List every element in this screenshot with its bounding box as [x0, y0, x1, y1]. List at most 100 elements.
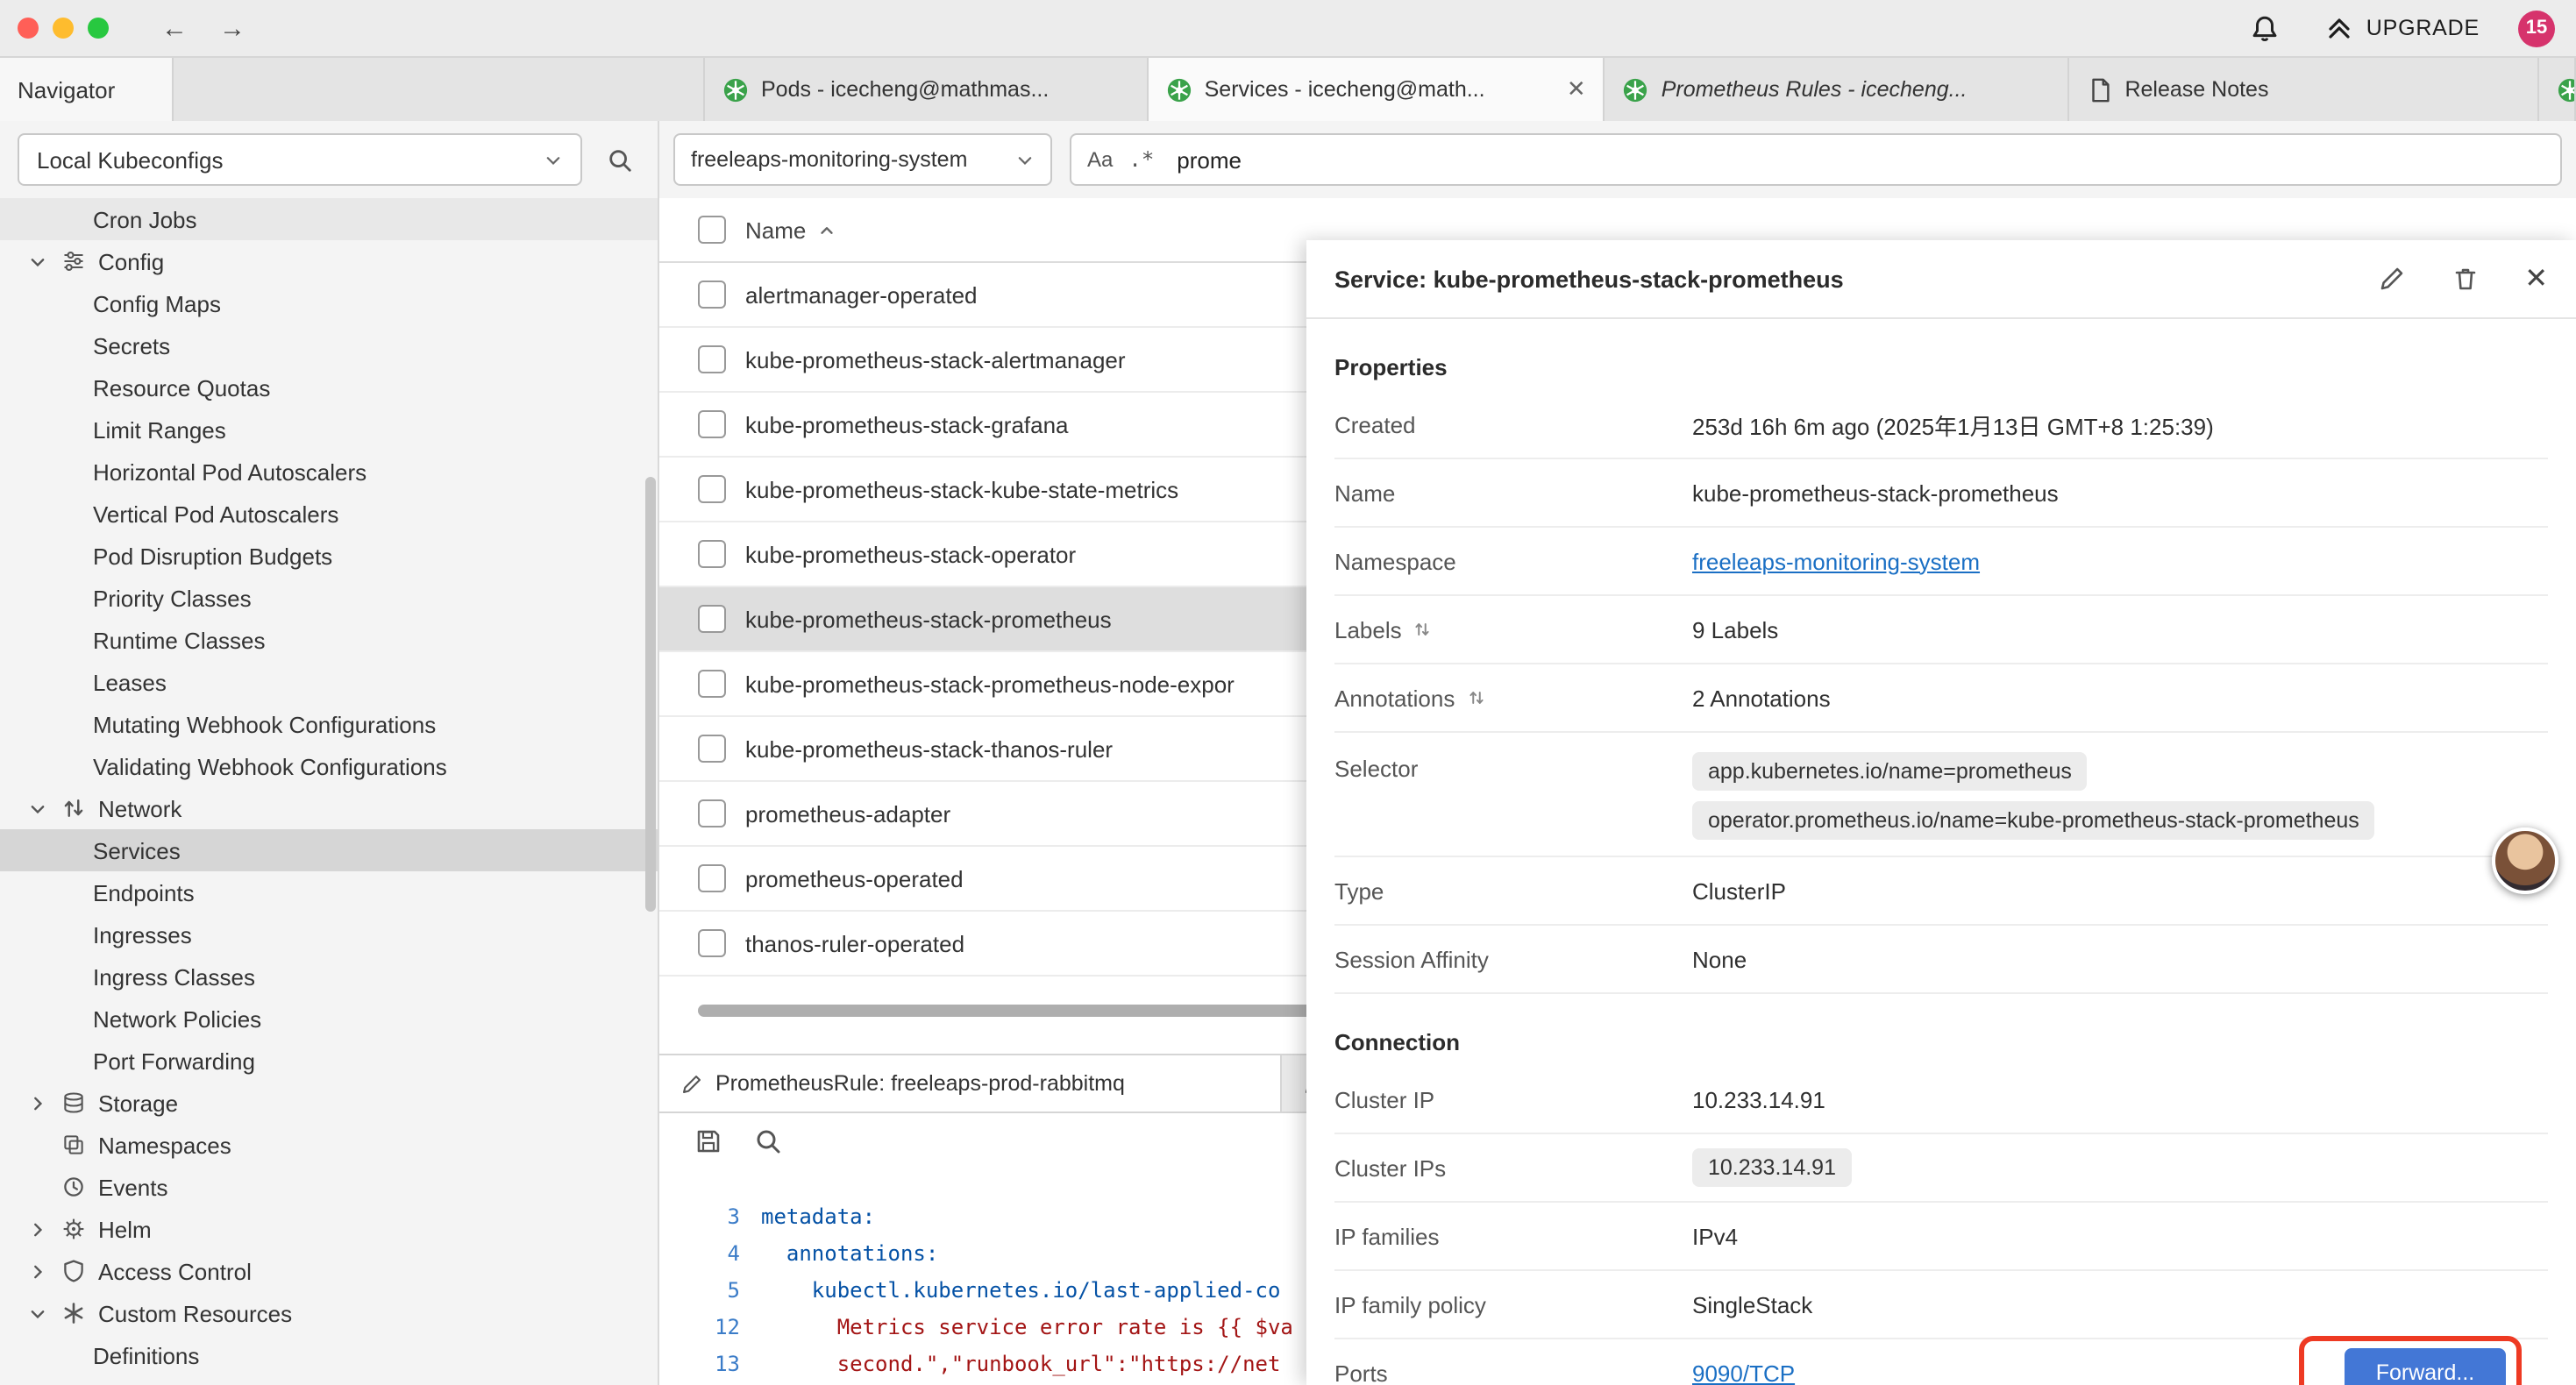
sidebar-item-network[interactable]: Network [0, 787, 658, 829]
sidebar-item-resource-quotas[interactable]: Resource Quotas [0, 366, 658, 408]
minimize-window-button[interactable] [53, 18, 74, 39]
row-checkbox[interactable] [698, 799, 726, 827]
sidebar-item-label: Helm [98, 1216, 152, 1242]
sidebar-item-runtime-classes[interactable]: Runtime Classes [0, 619, 658, 661]
editor-tab-prometheusrule[interactable]: PrometheusRule: freeleaps-prod-rabbitmq [659, 1055, 1282, 1112]
sidebar-item-events[interactable]: Events [0, 1166, 658, 1208]
zoom-window-button[interactable] [88, 18, 109, 39]
sidebar-item-ingress-classes[interactable]: Ingress Classes [0, 955, 658, 998]
row-checkbox[interactable] [698, 735, 726, 763]
sidebar-item-access-control[interactable]: Access Control [0, 1250, 658, 1292]
release-notes-icon [2086, 76, 2112, 103]
detail-value: app.kubernetes.io/name=prometheusoperato… [1692, 747, 2375, 845]
sidebar-item-leases[interactable]: Leases [0, 661, 658, 703]
sidebar-item-custom-resources[interactable]: Custom Resources [0, 1292, 658, 1334]
sidebar-item-storage[interactable]: Storage [0, 1082, 658, 1124]
sidebar-scrollbar[interactable] [645, 477, 656, 912]
port-link[interactable]: 9090/TCP [1692, 1360, 1795, 1385]
back-icon[interactable]: ← [161, 13, 188, 43]
save-icon[interactable] [694, 1127, 722, 1155]
sidebar-item-mutating-webhook-configurations[interactable]: Mutating Webhook Configurations [0, 703, 658, 745]
sidebar-item-config-maps[interactable]: Config Maps [0, 282, 658, 324]
chevron-down-icon[interactable] [28, 1303, 53, 1323]
row-checkbox[interactable] [698, 345, 726, 373]
sort-icon[interactable] [1465, 687, 1486, 708]
sort-icon[interactable] [1413, 619, 1434, 640]
chevron-right-icon[interactable] [28, 1219, 53, 1239]
sidebar-item-port-forwarding[interactable]: Port Forwarding [0, 1040, 658, 1082]
row-checkbox[interactable] [698, 670, 726, 698]
close-tab-icon[interactable]: ✕ [1567, 75, 1586, 103]
sidebar-item-validating-webhook-configurations[interactable]: Validating Webhook Configurations [0, 745, 658, 787]
row-checkbox[interactable] [698, 475, 726, 503]
kubeconfig-icon [1623, 76, 1649, 103]
chevron-right-icon[interactable] [28, 1261, 53, 1281]
detail-row-created: Created253d 16h 6m ago (2025年1月13日 GMT+8… [1334, 391, 2548, 459]
notifications-bell-icon[interactable] [2251, 13, 2281, 43]
row-checkbox[interactable] [698, 605, 726, 633]
navigator-panel-tab[interactable]: Navigator [0, 58, 174, 121]
sidebar-item-helm[interactable]: Helm [0, 1208, 658, 1250]
code-text: metadata: [761, 1204, 875, 1228]
service-name: alertmanager-operated [745, 281, 978, 308]
tab-prometheus-rules-icecheng[interactable]: Prometheus Rules - icecheng... [1605, 58, 2069, 121]
forward-icon[interactable]: → [219, 13, 246, 43]
sidebar-item-horizontal-pod-autoscalers[interactable]: Horizontal Pod Autoscalers [0, 451, 658, 493]
sidebar-item-cron-jobs[interactable]: Cron Jobs [0, 198, 658, 240]
close-window-button[interactable] [18, 18, 39, 39]
sidebar-item-vertical-pod-autoscalers[interactable]: Vertical Pod Autoscalers [0, 493, 658, 535]
sidebar-item-namespaces[interactable]: Namespaces [0, 1124, 658, 1166]
sidebar-item-network-policies[interactable]: Network Policies [0, 998, 658, 1040]
sidebar-item-label: Pod Disruption Budgets [93, 543, 332, 569]
chevron-right-icon[interactable] [28, 1093, 53, 1112]
kubeconfig-icon [1166, 76, 1192, 103]
name-column-header[interactable]: Name [745, 217, 806, 243]
chevron-down-icon[interactable] [28, 252, 53, 271]
sidebar-item-limit-ranges[interactable]: Limit Ranges [0, 408, 658, 451]
service-search-input[interactable]: Aa .* prome [1070, 133, 2562, 186]
row-checkbox[interactable] [698, 410, 726, 438]
sidebar-item-pod-disruption-budgets[interactable]: Pod Disruption Budgets [0, 535, 658, 577]
namespace-link[interactable]: freeleaps-monitoring-system [1692, 548, 1980, 574]
sidebar-item-secrets[interactable]: Secrets [0, 324, 658, 366]
notification-count-badge[interactable]: 15 [2518, 10, 2555, 46]
sidebar-search-icon[interactable] [607, 146, 633, 173]
regex-toggle[interactable]: .* [1128, 147, 1154, 172]
sidebar-item-config[interactable]: Config [0, 240, 658, 282]
match-case-toggle[interactable]: Aa [1087, 147, 1113, 172]
sidebar-item-endpoints[interactable]: Endpoints [0, 871, 658, 913]
sidebar-item-ingresses[interactable]: Ingresses [0, 913, 658, 955]
close-icon[interactable]: ✕ [2524, 261, 2548, 296]
detail-value: IPv4 [1692, 1223, 1738, 1249]
tab-argo-se[interactable]: Argo Se... [2539, 58, 2576, 121]
traffic-lights [18, 18, 109, 39]
edit-pencil-icon[interactable] [2377, 265, 2405, 293]
sidebar-item-services[interactable]: Services [0, 829, 658, 871]
tab-pods-icecheng-mathmas[interactable]: Pods - icecheng@mathmas... [705, 58, 1149, 121]
tab-release-notes[interactable]: Release Notes [2068, 58, 2539, 121]
upgrade-button[interactable]: UPGRADE [2326, 14, 2480, 42]
sidebar-item-label: Access Control [98, 1258, 252, 1284]
delete-trash-icon[interactable] [2451, 265, 2479, 293]
kubeconfig-selector[interactable]: Local Kubeconfigs [18, 133, 582, 186]
tab-services-icecheng-math[interactable]: Services - icecheng@math...✕ [1149, 58, 1605, 121]
detail-value: None [1692, 946, 1747, 972]
port-forward-button[interactable]: Forward... [2345, 1348, 2506, 1385]
detail-value: 2 Annotations [1692, 685, 1831, 711]
chevron-down-icon[interactable] [28, 799, 53, 818]
sort-ascending-icon[interactable] [816, 220, 836, 239]
row-checkbox[interactable] [698, 864, 726, 892]
code-text: annotations: [761, 1240, 938, 1265]
select-all-checkbox[interactable] [698, 216, 726, 244]
namespace-selector[interactable]: freeleaps-monitoring-system [673, 133, 1052, 186]
service-name: kube-prometheus-stack-thanos-ruler [745, 735, 1113, 762]
sidebar-item-label: Events [98, 1174, 168, 1200]
row-checkbox[interactable] [698, 540, 726, 568]
sidebar-item-definitions[interactable]: Definitions [0, 1334, 658, 1376]
service-name: kube-prometheus-stack-alertmanager [745, 346, 1126, 373]
user-avatar[interactable] [2492, 827, 2558, 894]
row-checkbox[interactable] [698, 281, 726, 309]
sidebar-item-priority-classes[interactable]: Priority Classes [0, 577, 658, 619]
row-checkbox[interactable] [698, 929, 726, 957]
editor-search-icon[interactable] [754, 1127, 782, 1155]
